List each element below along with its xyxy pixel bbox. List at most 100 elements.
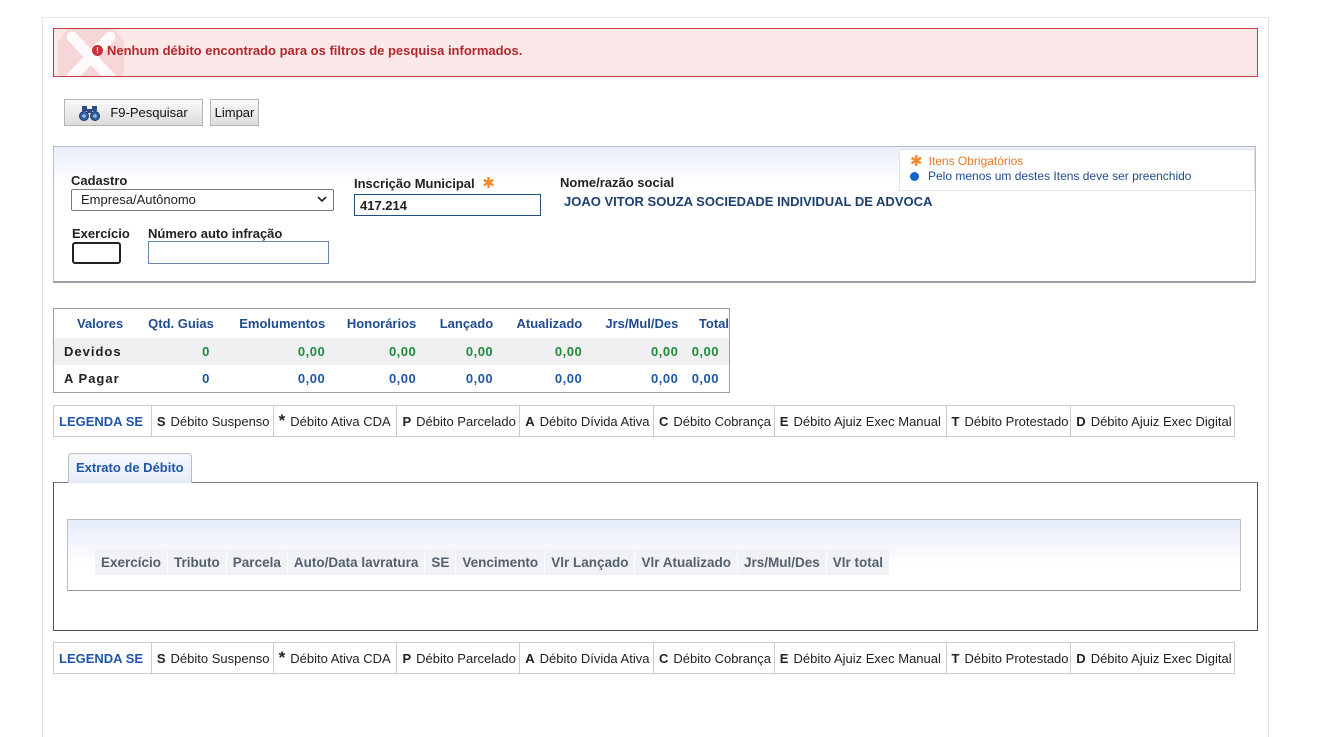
col-se[interactable]: SE [425, 549, 456, 575]
legend-item-ativa-cda: * Débito Ativa CDA [274, 643, 398, 673]
clear-button[interactable]: Limpar [210, 99, 259, 126]
legend-text: Débito Parcelado [416, 650, 516, 666]
cell-value: 0,00 [493, 338, 583, 365]
error-message-text: Nenhum débito encontrado para os filtros… [107, 43, 523, 58]
legend-item-divida-ativa: A Débito Dívida Ativa [520, 406, 654, 436]
one-of-legend-item: Pelo menos um destes Itens deve ser pree… [910, 169, 1254, 184]
legend-item-parcelado: P Débito Parcelado [397, 406, 521, 436]
header-total: Total [698, 316, 729, 331]
error-banner: ! Nenhum débito encontrado para os filtr… [53, 28, 1258, 77]
legend-item-cobranca: C Débito Cobrança [654, 406, 775, 436]
legend-item-exec-digital: D Débito Ajuiz Exec Digital [1071, 406, 1234, 436]
col-vlr-atualizado[interactable]: Vlr Atualizado [635, 549, 737, 575]
legend-item-ativa-cda: * Débito Ativa CDA [274, 406, 398, 436]
table-row: Devidos 0 0,00 0,00 0,00 0,00 0,00 0,00 [54, 338, 729, 365]
legend-item-protestado: T Débito Protestado [947, 643, 1072, 673]
cell-value: 0,00 [691, 371, 719, 386]
legend-item-exec-manual: E Débito Ajuiz Exec Manual [775, 406, 947, 436]
legend-item-protestado: T Débito Protestado [947, 406, 1072, 436]
legend-text: Débito Protestado [964, 413, 1069, 429]
legend-text: Débito Protestado [964, 650, 1069, 666]
error-message: ! Nenhum débito encontrado para os filtr… [92, 43, 522, 58]
legend-text: Débito Ativa CDA [290, 650, 391, 666]
asterisk-icon: ✱ [910, 152, 923, 170]
col-tributo[interactable]: Tributo [168, 549, 226, 575]
legend-code: C [659, 650, 669, 666]
legend-text: Débito Ajuiz Exec Digital [1090, 650, 1232, 666]
col-vencimento[interactable]: Vencimento [456, 549, 545, 575]
legend-code: C [659, 413, 669, 429]
cell-value: 0,00 [388, 371, 417, 386]
legend-code: A [525, 413, 535, 429]
legend-item-cobranca: C Débito Cobrança [654, 643, 775, 673]
col-parcela[interactable]: Parcela [226, 549, 287, 575]
cadastro-select-value: Empresa/Autônomo [81, 192, 196, 207]
cell-value: 0,00 [297, 371, 326, 386]
legend-item-divida-ativa: A Débito Dívida Ativa [520, 643, 654, 673]
inscricao-input[interactable]: 417.214 [354, 194, 541, 216]
legend-text: Débito Dívida Ativa [539, 650, 650, 666]
nome-label: Nome/razão social [560, 175, 675, 190]
required-asterisk-icon: ✱ [482, 175, 495, 192]
binoculars-icon [79, 105, 101, 121]
legend-title: LEGENDA SE [54, 643, 152, 673]
col-jrs-mul-des[interactable]: Jrs/Mul/Des [737, 549, 826, 575]
exercicio-input[interactable] [72, 242, 121, 264]
legend-code: D [1076, 650, 1086, 666]
legend-code: S [156, 413, 166, 429]
legend-text: Débito Parcelado [416, 413, 516, 429]
extrato-table-header: Exercício Tributo Parcela Auto/Data lavr… [95, 549, 890, 575]
cell-value: 0,00 [651, 371, 679, 386]
col-vlr-total[interactable]: Vlr total [826, 549, 890, 575]
totals-table: Valores Qtd. Guias Emolumentos Honorário… [53, 308, 730, 393]
header-lancado: Lançado [439, 316, 494, 331]
search-button[interactable]: F9-Pesquisar [64, 99, 203, 126]
legend-code: S [156, 650, 166, 666]
legend-text: Débito Ajuiz Exec Digital [1090, 413, 1232, 429]
inscricao-label: Inscrição Municipal ✱ [354, 176, 495, 191]
row-label-a-pagar: A Pagar [64, 371, 120, 386]
cell-value: 0 [143, 338, 214, 365]
row-label-devidos: Devidos [54, 338, 144, 365]
auto-infracao-input[interactable] [148, 241, 329, 264]
legend-text: Débito Cobrança [673, 413, 771, 429]
header-emolumentos: Emolumentos [239, 316, 326, 331]
tab-extrato-debito[interactable]: Extrato de Débito [68, 453, 192, 483]
legend-text: Débito Ajuiz Exec Manual [793, 413, 941, 429]
cell-value: 0,00 [554, 371, 583, 386]
legend-code: E [779, 650, 789, 666]
legend-code: T [951, 650, 960, 666]
legend-item-suspenso: S Débito Suspenso [152, 643, 274, 673]
legend-text: Débito Dívida Ativa [539, 413, 650, 429]
cell-value: 0 [202, 371, 210, 386]
cell-value: 0,00 [416, 338, 494, 365]
inscricao-label-text: Inscrição Municipal [354, 176, 475, 191]
one-of-legend-label: Pelo menos um destes Itens deve ser pree… [928, 169, 1192, 183]
alert-icon: ! [92, 45, 103, 56]
cadastro-select[interactable]: Empresa/Autônomo [71, 189, 334, 211]
legend-code: * [278, 648, 286, 667]
totals-header-row: Valores Qtd. Guias Emolumentos Honorário… [54, 309, 729, 338]
col-vlr-lancado[interactable]: Vlr Lançado [545, 549, 635, 575]
col-exercicio[interactable]: Exercício [95, 549, 168, 575]
legend-code: P [402, 650, 412, 666]
cell-value: 0,00 [582, 338, 679, 365]
col-auto-data-lavratura[interactable]: Auto/Data lavratura [287, 549, 425, 575]
required-legend-item: ✱ Itens Obrigatórios [910, 154, 1254, 169]
legend-code: A [525, 650, 535, 666]
legend-strip-top: LEGENDA SE S Débito Suspenso * Débito Ativ… [53, 405, 1235, 437]
required-legend: ✱ Itens Obrigatórios Pelo menos um deste… [899, 149, 1255, 191]
legend-text: Débito Ativa CDA [290, 413, 391, 429]
cell-value: 0,00 [325, 338, 417, 365]
header-valores: Valores [77, 316, 124, 331]
search-button-label: F9-Pesquisar [110, 105, 188, 120]
header-honorarios: Honorários [346, 316, 417, 331]
legend-text: Débito Suspenso [170, 650, 270, 666]
chevron-down-icon [317, 196, 327, 203]
header-jrs-mul-des: Jrs/Mul/Des [605, 316, 679, 331]
header-qtd-guias: Qtd. Guias [148, 316, 214, 331]
blue-dot-icon [910, 172, 919, 181]
legend-code: T [951, 413, 960, 429]
legend-code: P [402, 413, 412, 429]
legend-code: * [278, 411, 286, 430]
